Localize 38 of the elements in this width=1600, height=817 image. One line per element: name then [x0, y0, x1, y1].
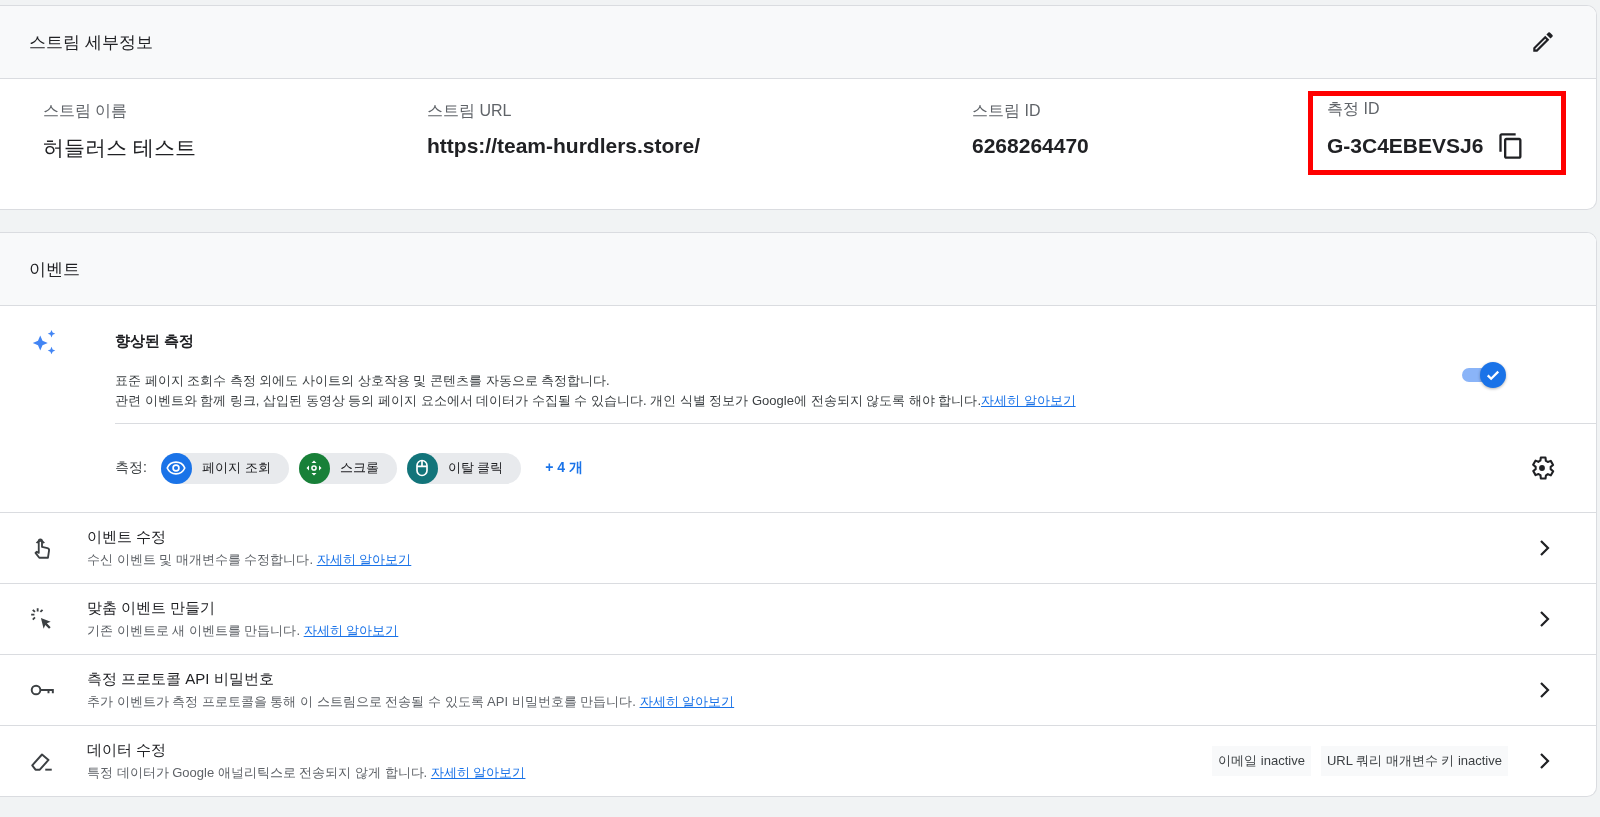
row-description: 추가 이벤트가 측정 프로토콜을 통해 이 스트림으로 전송될 수 있도록 API 비밀번호를 만듭니다. 자세히 알아보기 — [87, 692, 736, 711]
measurements-label: 측정: — [115, 459, 147, 477]
field-label: 스트림 ID — [972, 101, 1042, 121]
card-title: 스트림 세부정보 — [29, 31, 153, 54]
card-title: 이벤트 — [29, 258, 80, 281]
section-title: 향상된 측정 — [115, 332, 196, 351]
learn-more-link[interactable]: 자세히 알아보기 — [303, 622, 399, 638]
toggle-switch[interactable] — [1462, 360, 1506, 389]
field-value: G-3C4EBEVSJ6 — [1327, 134, 1484, 158]
field-value: 6268264470 — [972, 134, 1089, 158]
settings-row[interactable]: 측정 프로토콜 API 비밀번호 추가 이벤트가 측정 프로토콜을 통해 이 스트림으로 전송될 수 있도록 API 비밀번호를 만듭니다. 자세히 알아보기 — [0, 655, 1596, 726]
row-title: 측정 프로토콜 API 비밀번호 — [87, 669, 275, 689]
field-value: 허들러스 테스트 — [43, 135, 196, 161]
measurement-chip: 이탈 클릭 — [406, 452, 522, 484]
row-title: 맞춤 이벤트 만들기 — [87, 598, 217, 618]
more-link[interactable]: + 4 개 — [545, 459, 583, 477]
status-tag: 이메일 inactive — [1212, 746, 1311, 776]
edit-icon[interactable] — [1530, 29, 1556, 55]
field-label: 스트림 URL — [427, 101, 513, 121]
learn-more-link[interactable]: 자세히 알아보기 — [430, 764, 526, 780]
field-label: 측정 ID — [1327, 99, 1381, 119]
row-title: 데이터 수정 — [87, 740, 168, 760]
measurement-chip: 스크롤 — [298, 452, 397, 484]
learn-more-link[interactable]: 자세히 알아보기 — [981, 393, 1076, 408]
measurement-chip: 페이지 조회 — [160, 452, 289, 484]
row-description: 기존 이벤트로 새 이벤트를 만듭니다. 자세히 알아보기 — [87, 621, 400, 640]
field-label: 스트림 이름 — [43, 101, 129, 121]
settings-row[interactable]: 맞춤 이벤트 만들기 기존 이벤트로 새 이벤트를 만듭니다. 자세히 알아보기 — [0, 584, 1596, 655]
learn-more-link[interactable]: 자세히 알아보기 — [316, 551, 412, 567]
field-value: https://team-hurdlers.store/ — [427, 134, 701, 158]
row-description: 특정 데이터가 Google 애널리틱스로 전송되지 않게 합니다. 자세히 알아보기 — [87, 763, 527, 782]
status-tag: URL 쿼리 매개변수 키 inactive — [1320, 746, 1508, 776]
settings-row[interactable]: 이벤트 수정 수신 이벤트 및 매개변수를 수정합니다. 자세히 알아보기 — [0, 513, 1596, 584]
row-title: 이벤트 수정 — [87, 527, 168, 547]
settings-row[interactable]: 데이터 수정 특정 데이터가 Google 애널리틱스로 전송되지 않게 합니다. 자세히 알아보기 이메일 inactive URL 쿼리 매개변수 키 inactive — [0, 726, 1596, 796]
description: 표준 페이지 조회수 측정 외에도 사이트의 상호작용 및 콘텐츠를 자동으로 측정합니다. 관련 이벤트와 함께 링크, 삽입된 동영상 등의 페이지 요소에서 데이터가 수집될 수 있습니다. 개인 식별 정보가 Google에 전송되지 않도록 해야 합니다.자세히 알아보기 — [115, 372, 1076, 410]
row-description: 수신 이벤트 및 매개변수를 수정합니다. 자세히 알아보기 — [87, 550, 413, 569]
learn-more-link[interactable]: 자세히 알아보기 — [639, 693, 735, 709]
